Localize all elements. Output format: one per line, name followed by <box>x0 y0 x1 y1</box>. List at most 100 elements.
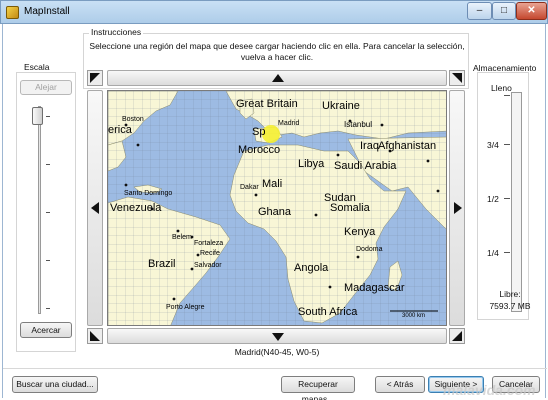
storage-free-value: 7593.7 MB <box>489 301 531 311</box>
label-madagascar: Madagascar <box>344 282 405 294</box>
city-marker <box>254 193 258 197</box>
slider-tick <box>46 260 50 261</box>
label-belem: Belem <box>172 234 192 241</box>
city-marker <box>124 183 128 187</box>
city-marker <box>380 123 384 127</box>
pan-southeast-button[interactable] <box>449 328 465 344</box>
minimize-button[interactable]: – <box>467 2 492 20</box>
zoom-out-button[interactable]: Alejar <box>20 80 72 95</box>
label-madrid: Madrid <box>278 120 300 127</box>
zoom-slider-track[interactable] <box>38 106 41 314</box>
label-salvador: Salvador <box>194 262 222 269</box>
arrow-northwest-icon <box>90 73 100 83</box>
storage-level-3-4: 3/4 <box>487 140 499 150</box>
label-south-africa: South Africa <box>298 306 358 318</box>
instructions-line-2: vuelva a hacer clic. <box>240 52 314 62</box>
label-kenya: Kenya <box>344 226 376 238</box>
label-mali: Mali <box>262 178 282 190</box>
pan-northwest-button[interactable] <box>87 70 103 86</box>
label-angola: Angola <box>294 262 329 274</box>
arrow-left-icon <box>91 202 99 214</box>
pan-east-button[interactable] <box>449 90 465 326</box>
city-marker <box>426 159 430 163</box>
city-marker <box>336 153 340 157</box>
city-marker <box>314 213 318 217</box>
label-fortaleza: Fortaleza <box>194 240 223 247</box>
city-marker <box>172 297 176 301</box>
arrow-right-icon <box>454 202 462 214</box>
label-libya: Libya <box>298 158 325 170</box>
app-icon <box>6 6 19 19</box>
zoom-in-button[interactable]: Acercar <box>20 322 72 338</box>
pan-southwest-button[interactable] <box>87 328 103 344</box>
city-marker <box>436 189 440 193</box>
arrow-down-icon <box>272 333 284 341</box>
label-boston: Boston <box>122 116 144 123</box>
storage-meter <box>511 92 522 312</box>
label-istanbul: Istanbul <box>344 120 372 129</box>
meter-tick <box>504 95 510 96</box>
label-iraq: Iraq <box>360 140 379 152</box>
label-brazil: Brazil <box>148 258 176 270</box>
back-button[interactable]: < Atrás <box>375 376 425 393</box>
arrow-up-icon <box>272 74 284 82</box>
title-bar: MapInstall – □ ✕ <box>0 0 548 24</box>
slider-tick <box>46 116 50 117</box>
storage-full-label: Lleno <box>491 83 512 93</box>
city-marker <box>190 267 194 271</box>
storage-level-1-4: 1/4 <box>487 248 499 258</box>
maximize-button[interactable]: □ <box>492 2 516 20</box>
search-city-button[interactable]: Buscar una ciudad... <box>12 376 98 393</box>
label-great-britain: Great Britain <box>236 98 298 110</box>
slider-tick <box>46 308 50 309</box>
city-marker <box>356 255 360 259</box>
label-saudi-arabia: Saudi Arabia <box>334 160 397 172</box>
world-map[interactable]: Great Britain Ukraine Istanbul Madrid Sp… <box>107 90 447 326</box>
dialog-body: Instrucciones Seleccione una región del … <box>2 24 547 400</box>
slider-tick <box>46 212 50 213</box>
window-title: MapInstall <box>24 6 70 17</box>
storage-free: Libre: 7593.7 MB <box>487 288 533 312</box>
arrow-southeast-icon <box>452 331 462 341</box>
close-button[interactable]: ✕ <box>516 2 547 20</box>
instructions-legend: Instrucciones <box>89 27 144 37</box>
arrow-northeast-icon <box>452 73 462 83</box>
label-ghana: Ghana <box>258 206 292 218</box>
arrow-southwest-icon <box>90 331 100 341</box>
selected-location-text: Madrid(N40-45, W0-5) <box>234 347 320 357</box>
label-dakar: Dakar <box>240 184 259 191</box>
city-marker <box>196 253 200 257</box>
label-recife: Recife <box>200 250 220 257</box>
label-america: erica <box>108 124 133 136</box>
label-ukraine: Ukraine <box>322 100 360 112</box>
scale-legend: Escala <box>22 62 52 72</box>
city-marker <box>136 143 140 147</box>
label-map-scale: 3000 km <box>402 313 425 319</box>
recover-maps-button[interactable]: Recuperar mapas... <box>281 376 355 400</box>
label-dodoma: Dodoma <box>356 246 383 253</box>
city-marker <box>328 285 332 289</box>
map-canvas[interactable]: Great Britain Ukraine Istanbul Madrid Sp… <box>108 91 447 326</box>
pan-northeast-button[interactable] <box>449 70 465 86</box>
storage-free-label: Libre: <box>499 289 521 299</box>
label-somalia: Somalia <box>330 202 371 214</box>
city-marker <box>176 229 180 233</box>
meter-tick <box>504 198 510 199</box>
instructions-line-1: Seleccione una región del mapa que desee… <box>89 41 465 51</box>
label-venezuela: Venezuela <box>110 202 162 214</box>
storage-level-1-2: 1/2 <box>487 194 499 204</box>
pan-north-button[interactable] <box>107 70 447 86</box>
label-morocco: Morocco <box>238 144 280 156</box>
watermark: malavida.com <box>443 382 536 398</box>
label-spain: Sp <box>252 126 265 138</box>
slider-tick <box>46 164 50 165</box>
meter-tick <box>504 252 510 253</box>
pan-west-button[interactable] <box>87 90 103 326</box>
pan-south-button[interactable] <box>107 328 447 344</box>
label-afghanistan: Afghanistan <box>378 140 436 152</box>
label-porto-alegre: Porto Alegre <box>166 304 205 311</box>
meter-tick <box>504 144 510 145</box>
zoom-slider-thumb[interactable] <box>32 107 43 125</box>
label-santo-domingo: Santo Domingo <box>124 190 172 197</box>
instructions-text: Seleccione una región del mapa que desee… <box>88 41 466 63</box>
